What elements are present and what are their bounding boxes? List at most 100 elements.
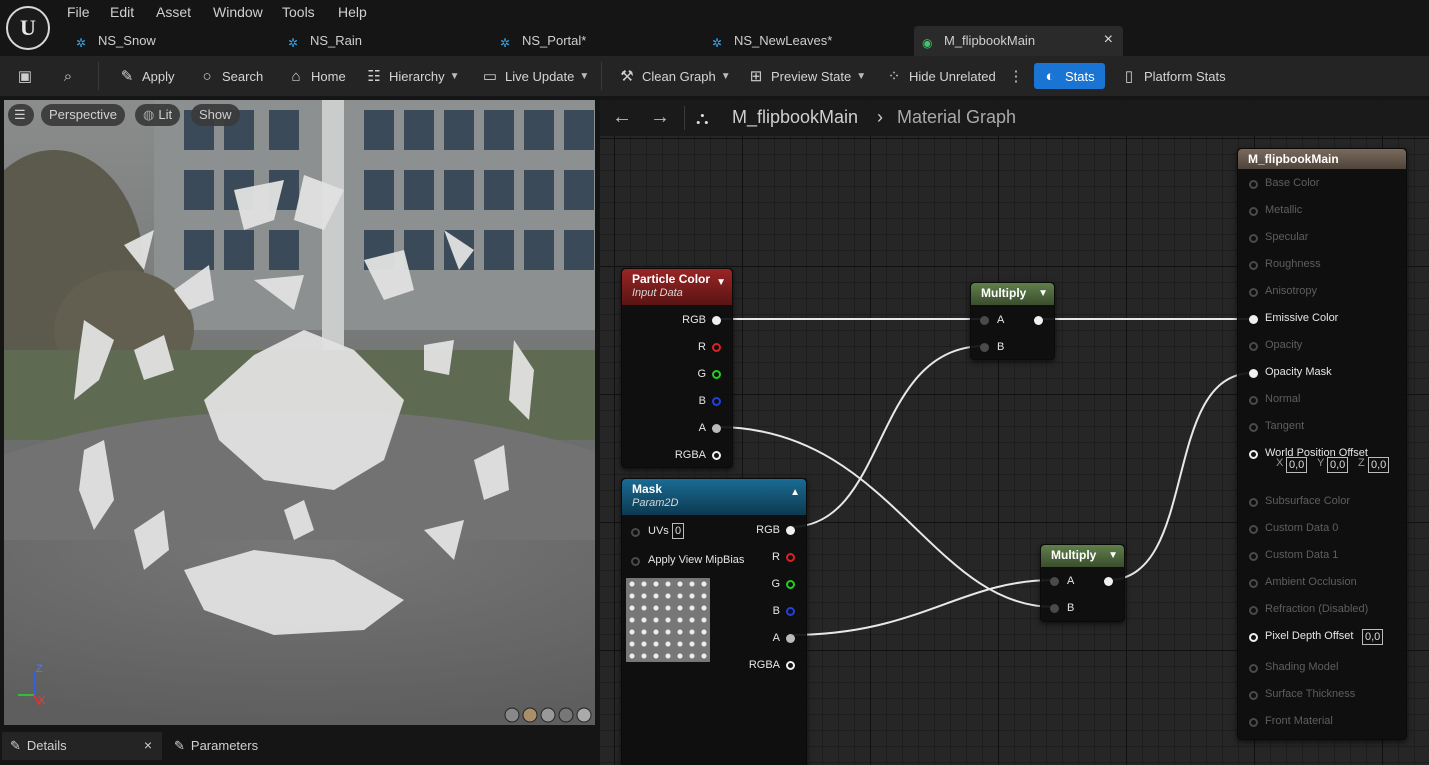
tab-details[interactable]: ✎ Details × (2, 732, 162, 760)
input-pin-specular[interactable] (1249, 234, 1258, 243)
preview-viewport[interactable]: ☰ Perspective ◍ Lit Show Z X (4, 100, 595, 725)
menu-tools[interactable]: Tools (282, 4, 315, 20)
output-pin-a[interactable] (712, 424, 721, 433)
menu-window[interactable]: Window (213, 4, 263, 20)
parameters-icon: ✎ (174, 738, 185, 753)
input-pin-front-material[interactable] (1249, 718, 1258, 727)
hierarchy-dropdown[interactable]: ☷ Hierarchy ▼ (364, 56, 459, 96)
browse-button[interactable]: ⌕ (58, 56, 83, 96)
output-pin[interactable] (1034, 316, 1043, 325)
details-icon: ✎ (10, 738, 21, 753)
chevron-down-icon[interactable]: ▼ (1038, 288, 1048, 299)
input-pin-base-color[interactable] (1249, 180, 1258, 189)
input-pin-a[interactable] (980, 316, 989, 325)
input-pin-world-position-offset[interactable] (1249, 450, 1258, 459)
tab-ns-newleaves[interactable]: ✲ NS_NewLeaves* (712, 26, 908, 56)
apply-button[interactable]: ✎ Apply (117, 56, 175, 96)
chevron-down-icon[interactable]: ▼ (716, 277, 726, 288)
perspective-button[interactable]: Perspective (41, 104, 125, 126)
input-pin-custom-data-0[interactable] (1249, 525, 1258, 534)
search-button[interactable]: ○ Search (197, 56, 263, 96)
lit-icon: ◍ (143, 107, 155, 122)
close-icon[interactable]: × (144, 737, 152, 753)
output-pin-rgb[interactable] (786, 526, 795, 535)
platform-stats-icon: ▯ (1124, 68, 1134, 85)
tab-ns-portal[interactable]: ✲ NS_Portal* (500, 26, 700, 56)
menu-file[interactable]: File (67, 4, 90, 20)
material-graph[interactable]: ← → ⛬ M_flipbookMain › Material Graph Pa… (600, 100, 1429, 765)
wpo-value-input[interactable]: 0,0 (1327, 457, 1349, 473)
input-pin-anisotropy[interactable] (1249, 288, 1258, 297)
node-particle-color[interactable]: Particle Color Input Data ▼ RGB R G B A … (621, 268, 733, 468)
clean-graph-dropdown[interactable]: ⚒ Clean Graph ▼ (617, 56, 730, 96)
pin-label: A (1067, 575, 1075, 587)
input-pin-subsurface-color[interactable] (1249, 498, 1258, 507)
input-pin-tangent[interactable] (1249, 423, 1258, 432)
result-pin-label: Opacity Mask (1265, 366, 1332, 378)
output-pin-rgba[interactable] (786, 661, 795, 670)
niagara-system-icon: ✲ (500, 36, 511, 50)
output-pin-b[interactable] (786, 607, 795, 616)
preview-state-dropdown[interactable]: ⊞ Preview State ▼ (746, 56, 866, 96)
wpo-value-input[interactable]: 0,0 (1368, 457, 1390, 473)
home-button[interactable]: ⌂ Home (286, 56, 345, 96)
platform-stats-button[interactable]: ▯ Platform Stats (1119, 56, 1226, 96)
input-pin-custom-data-1[interactable] (1249, 552, 1258, 561)
input-pin-shading-model[interactable] (1249, 664, 1258, 673)
input-pin-surface-thickness[interactable] (1249, 691, 1258, 700)
unreal-logo-icon[interactable]: U (6, 6, 50, 50)
viewport-menu-button[interactable]: ☰ (8, 104, 34, 126)
pin-label: A (997, 314, 1005, 326)
output-pin-g[interactable] (712, 370, 721, 379)
input-pin-pixel-depth-offset[interactable] (1249, 633, 1258, 642)
output-pin-r[interactable] (786, 553, 795, 562)
node-mask[interactable]: Mask Param2D ▲ UVs 0 Apply View MipBias … (621, 478, 807, 765)
input-pin-mipbias[interactable] (631, 557, 640, 566)
uvs-input[interactable]: 0 (672, 523, 685, 539)
node-multiply-1[interactable]: Multiply ▼ A B (970, 282, 1055, 360)
stats-button[interactable]: ◐ Stats (1034, 63, 1105, 89)
menu-asset[interactable]: Asset (156, 4, 191, 20)
more-options-button[interactable]: ⋮ (1006, 56, 1031, 96)
pixel-depth-offset-input[interactable]: 0,0 (1362, 629, 1384, 645)
input-pin-b[interactable] (980, 343, 989, 352)
tab-m-flipbookmain[interactable]: ◉ M_flipbookMain × (914, 26, 1123, 56)
chevron-up-icon[interactable]: ▲ (790, 487, 800, 498)
output-pin[interactable] (1104, 577, 1113, 586)
hide-unrelated-button[interactable]: ⁘ Hide Unrelated (884, 56, 996, 96)
input-pin-refraction-disabled[interactable] (1249, 606, 1258, 615)
menu-help[interactable]: Help (338, 4, 367, 20)
chevron-down-icon[interactable]: ▼ (1108, 550, 1118, 561)
input-pin-normal[interactable] (1249, 396, 1258, 405)
input-pin-opacity-mask[interactable] (1249, 369, 1258, 378)
input-pin-emissive-color[interactable] (1249, 315, 1258, 324)
tab-close-icon[interactable]: × (1104, 31, 1113, 49)
input-pin-metallic[interactable] (1249, 207, 1258, 216)
input-pin-b[interactable] (1050, 604, 1059, 613)
input-pin-roughness[interactable] (1249, 261, 1258, 270)
output-pin-g[interactable] (786, 580, 795, 589)
output-pin-rgb[interactable] (712, 316, 721, 325)
hide-unrelated-icon: ⁘ (887, 68, 901, 85)
tab-ns-snow[interactable]: ✲ NS_Snow (76, 26, 276, 56)
node-multiply-2[interactable]: Multiply ▼ A B (1040, 544, 1125, 622)
show-button[interactable]: Show (191, 104, 240, 126)
output-pin-b[interactable] (712, 397, 721, 406)
wpo-value-input[interactable]: 0,0 (1286, 457, 1308, 473)
live-update-dropdown[interactable]: ▭ Live Update ▼ (480, 56, 589, 96)
output-pin-r[interactable] (712, 343, 721, 352)
input-pin-opacity[interactable] (1249, 342, 1258, 351)
tab-ns-rain[interactable]: ✲ NS_Rain (288, 26, 488, 56)
save-button[interactable]: ▣ (15, 56, 40, 96)
pin-label: B (698, 395, 706, 407)
menu-edit[interactable]: Edit (110, 4, 134, 20)
tab-parameters[interactable]: ✎ Parameters (166, 732, 326, 760)
output-pin-a[interactable] (786, 634, 795, 643)
node-material-result[interactable]: M_flipbookMain Base Color Metallic Specula… (1237, 148, 1407, 740)
input-pin-ambient-occlusion[interactable] (1249, 579, 1258, 588)
output-pin-rgba[interactable] (712, 451, 721, 460)
input-pin-uvs[interactable] (631, 528, 640, 537)
pin-label: RGB (682, 314, 706, 326)
lit-button[interactable]: ◍ Lit (135, 104, 181, 126)
input-pin-a[interactable] (1050, 577, 1059, 586)
